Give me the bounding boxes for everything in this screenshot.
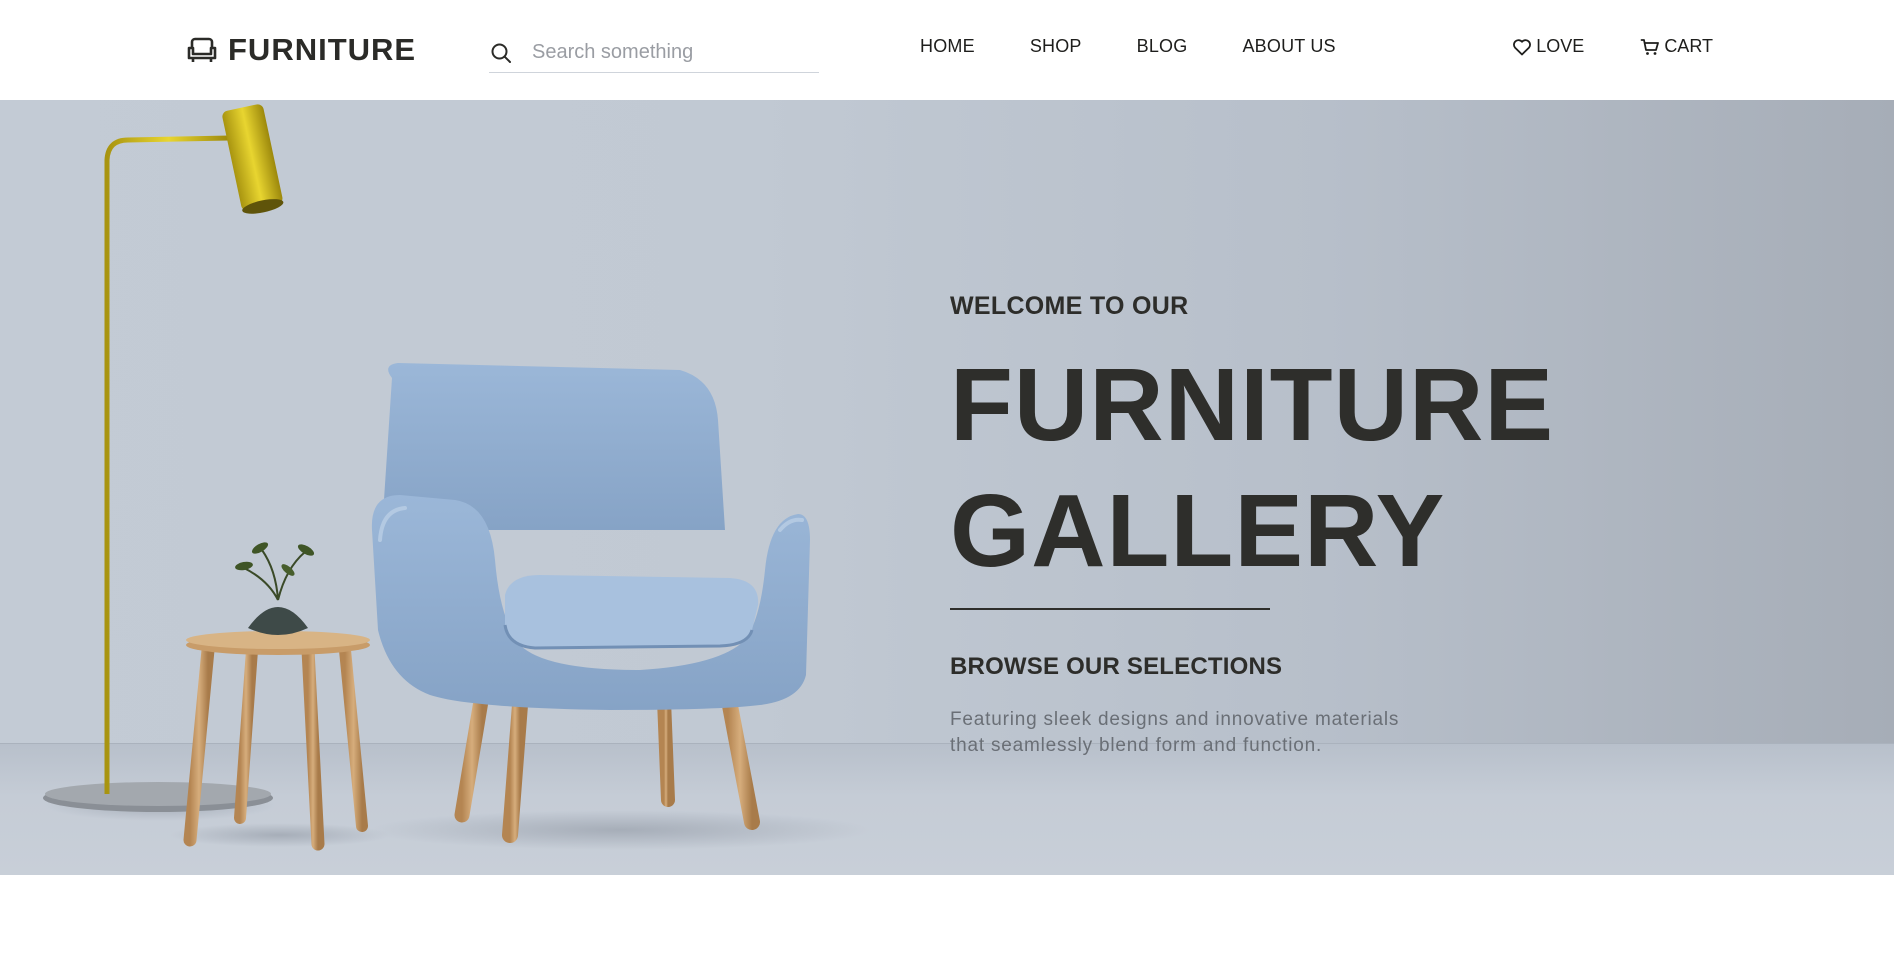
cart-icon — [1640, 38, 1660, 55]
hero-description: Featuring sleek designs and innovative m… — [950, 707, 1450, 759]
brand-logo[interactable]: FURNITURE — [186, 30, 416, 70]
sofa-icon — [187, 37, 217, 62]
hero-subhead: BROWSE OUR SELECTIONS — [950, 653, 1283, 680]
hero-headline: FURNITURE GALLERY — [950, 342, 1570, 594]
love-button[interactable]: LOVE — [1512, 36, 1584, 57]
hero-copy: WELCOME TO OUR FURNITURE GALLERY BROWSE … — [950, 290, 1570, 759]
armchair — [370, 363, 870, 850]
search-input[interactable] — [532, 41, 792, 64]
search-bar — [489, 33, 819, 73]
hero-image — [43, 104, 870, 851]
header-actions: LOVE CART — [1512, 36, 1713, 57]
hero-eyebrow: WELCOME TO OUR — [950, 292, 1189, 320]
hero-divider — [950, 608, 1270, 610]
search-icon[interactable] — [490, 42, 512, 64]
nav-home[interactable]: HOME — [920, 36, 975, 57]
description-line-1: Featuring sleek designs and innovative m… — [950, 709, 1400, 730]
main-nav: HOME SHOP BLOG ABOUT US — [920, 36, 1336, 57]
cart-button[interactable]: CART — [1640, 36, 1713, 57]
hero-banner: WELCOME TO OUR FURNITURE GALLERY BROWSE … — [0, 100, 1894, 875]
brand-name: FURNITURE — [228, 32, 417, 67]
cart-label: CART — [1664, 36, 1713, 56]
heart-icon — [1513, 38, 1532, 55]
headline-line-2: GALLERY — [950, 473, 1446, 588]
nav-shop[interactable]: SHOP — [1030, 36, 1082, 57]
nav-blog[interactable]: BLOG — [1137, 36, 1188, 57]
headline-line-1: FURNITURE — [950, 347, 1555, 462]
nav-about-us[interactable]: ABOUT US — [1242, 36, 1335, 57]
description-line-2: that seamlessly blend form and function. — [950, 735, 1323, 756]
site-header: FURNITURE HOME SHOP BLOG ABOUT US LOVE C… — [0, 0, 1894, 100]
love-label: LOVE — [1536, 36, 1585, 56]
